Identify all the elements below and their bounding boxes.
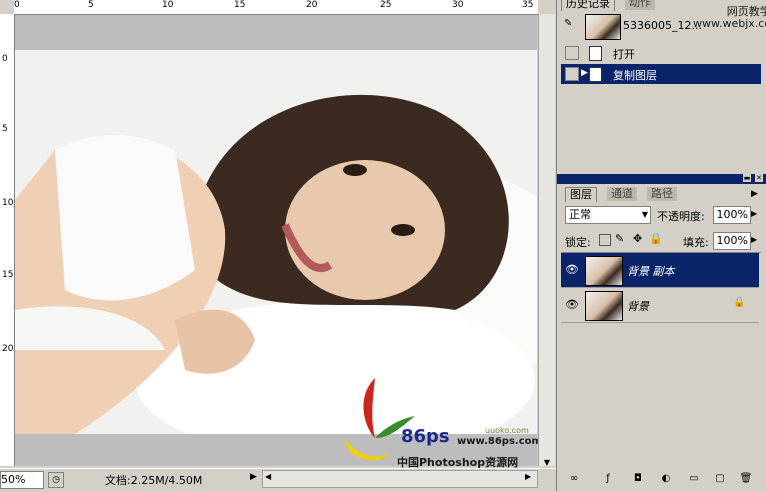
snapshot-brush-icon[interactable]: ✎ xyxy=(564,18,578,32)
ruler-tick: 0 xyxy=(14,0,20,10)
86ps-logo xyxy=(345,378,415,461)
scroll-down-icon[interactable]: ▼ xyxy=(541,458,553,467)
horizontal-scrollbar[interactable]: ◀ ▶ xyxy=(262,470,538,488)
blend-mode-select[interactable]: 正常 ▼ xyxy=(565,206,651,224)
fill-arrow-icon[interactable]: ▶ xyxy=(751,235,757,244)
opacity-label: 不透明度: xyxy=(657,210,705,223)
watermark: 86ps www.86ps.com uuoko.com 中国Photoshop资… xyxy=(335,368,542,469)
history-list-empty xyxy=(561,86,761,170)
opacity-input[interactable]: 100% xyxy=(713,206,751,224)
link-layers-icon[interactable]: ∞ xyxy=(567,472,581,486)
history-brush-source-icon[interactable] xyxy=(565,67,579,81)
tab-channels[interactable]: 通道 xyxy=(607,187,637,201)
watermark-brand: 86ps xyxy=(401,426,450,447)
lock-brush-icon[interactable]: ✎ xyxy=(615,232,624,245)
ruler-tick: 25 xyxy=(380,0,392,10)
watermark-small: uuoko.com xyxy=(485,426,529,435)
layers-bottom-toolbar: ∞ ƒ ◘ ◐ ▭ ▢ 🗑 xyxy=(561,472,761,488)
layer-name: 背景 xyxy=(627,300,649,313)
ruler-tick: 15 xyxy=(234,0,246,10)
snapshot-thumbnail xyxy=(585,14,621,40)
new-group-icon[interactable]: ▭ xyxy=(687,472,701,486)
ruler-tick: 35 xyxy=(522,0,534,10)
ruler-tick: 20 xyxy=(306,0,318,10)
ruler-tick: 10 xyxy=(2,198,14,208)
history-step-icon xyxy=(589,46,602,61)
layer-name: 背景 副本 xyxy=(627,265,675,278)
history-snapshot[interactable]: ✎ 5336005_12... xyxy=(561,12,761,40)
ruler-tick: 10 xyxy=(162,0,174,10)
document-window: 0 5 10 15 20 25 30 35 0 5 10 15 20 86ps … xyxy=(0,0,556,492)
fill-input[interactable]: 100% xyxy=(713,232,751,250)
ruler-tick: 0 xyxy=(2,54,8,64)
panel-menu-icon[interactable]: ▶ xyxy=(751,189,758,199)
status-arrow-icon[interactable]: ▶ xyxy=(250,472,258,486)
ruler-tick: 30 xyxy=(452,0,464,10)
eye-icon[interactable]: 👁 xyxy=(565,298,579,312)
history-step-icon xyxy=(589,67,602,82)
adjustment-layer-icon[interactable]: ◐ xyxy=(659,472,673,486)
new-layer-icon[interactable]: ▢ xyxy=(713,472,727,486)
history-item-label: 复制图层 xyxy=(613,69,657,82)
snapshot-name: 5336005_12... xyxy=(623,19,702,32)
delete-layer-icon[interactable]: 🗑 xyxy=(739,472,753,486)
zoom-field[interactable]: 50% xyxy=(0,471,44,489)
chevron-down-icon[interactable]: ▼ xyxy=(642,207,648,223)
history-item-label: 打开 xyxy=(613,48,635,61)
layer-thumbnail xyxy=(585,256,623,286)
scroll-left-icon[interactable]: ◀ xyxy=(265,472,271,481)
panels-area: 网页教学网 www.webjx.com 历史记录 动作 ✎ 5336005_12… xyxy=(556,0,766,491)
fill-label: 填充: xyxy=(683,236,709,249)
ruler-tick: 20 xyxy=(2,344,14,354)
ruler-tick: 5 xyxy=(2,124,8,134)
layer-style-icon[interactable]: ƒ xyxy=(601,472,615,486)
layer-thumbnail xyxy=(585,291,623,321)
ruler-tick: 15 xyxy=(2,270,14,280)
vertical-scrollbar[interactable]: ▼ xyxy=(538,14,555,467)
history-brush-source-icon[interactable] xyxy=(565,46,579,60)
minimize-icon[interactable]: ▬ xyxy=(743,174,751,182)
status-menu-icon[interactable]: ◷ xyxy=(48,472,64,488)
layer-row-background[interactable]: 👁 背景 🔒 xyxy=(561,288,759,323)
layers-panel-titlebar[interactable]: ▬ ✕ xyxy=(557,174,766,184)
lock-label: 锁定: xyxy=(565,236,591,249)
opacity-arrow-icon[interactable]: ▶ xyxy=(751,209,757,218)
lock-move-icon[interactable]: ✥ xyxy=(633,232,642,245)
layer-row-background-copy[interactable]: 👁 背景 副本 xyxy=(561,253,759,288)
tab-paths[interactable]: 路径 xyxy=(647,187,677,201)
vertical-ruler[interactable]: 0 5 10 15 20 xyxy=(0,14,15,466)
history-state-marker-icon: ▶ xyxy=(581,68,588,78)
document-size: 文档:2.25M/4.50M xyxy=(105,474,203,487)
history-item-duplicate-layer[interactable]: ▶ 复制图层 xyxy=(561,64,761,84)
watermark-url: www.86ps.com xyxy=(457,436,542,447)
scroll-right-icon[interactable]: ▶ xyxy=(525,472,531,481)
blend-mode-value: 正常 xyxy=(569,208,591,221)
tab-history[interactable]: 历史记录 xyxy=(561,0,615,11)
history-item-open[interactable]: 打开 xyxy=(561,43,761,63)
lock-all-icon[interactable]: 🔒 xyxy=(649,232,663,245)
lock-transparent-icon[interactable] xyxy=(599,234,611,246)
ruler-tick: 5 xyxy=(88,0,94,10)
layer-lock-icon: 🔒 xyxy=(733,297,746,308)
tab-actions[interactable]: 动作 xyxy=(625,0,655,10)
horizontal-ruler[interactable]: 0 5 10 15 20 25 30 35 xyxy=(14,0,538,15)
close-icon[interactable]: ✕ xyxy=(755,174,763,182)
eye-icon[interactable]: 👁 xyxy=(565,263,579,277)
tab-layers[interactable]: 图层 xyxy=(565,187,597,202)
layer-mask-icon[interactable]: ◘ xyxy=(631,472,645,486)
